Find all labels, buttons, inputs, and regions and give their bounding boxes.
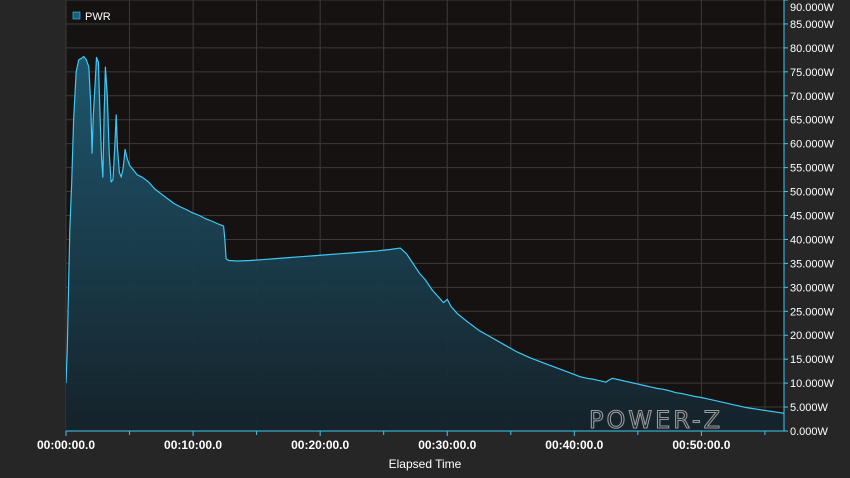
y-tick-label: 55.000W xyxy=(790,163,835,175)
x-tick-label: 00:00:00.0 xyxy=(37,438,95,452)
y-tick-label: 85.000W xyxy=(790,19,835,31)
y-tick-label: 20.000W xyxy=(790,330,835,342)
legend-swatch xyxy=(72,11,81,20)
power-z-watermark: POWER-Z xyxy=(588,405,723,434)
y-tick-label: 80.000W xyxy=(790,43,835,55)
y-tick-label: 45.000W xyxy=(790,211,835,223)
y-tick-label: 50.000W xyxy=(790,187,835,199)
y-axis-ticks: 0.000W 5.000W 10.000W 15.000W 20.000W 25.000W… xyxy=(784,0,835,438)
power-chart: 00:00:00.0 00:10:00.0 00:20:00.0 00:30:00.0… xyxy=(37,0,835,471)
y-tick-label: 60.000W xyxy=(790,139,835,151)
x-tick-label: 00:50:00.0 xyxy=(672,438,730,452)
y-tick-label: 65.000W xyxy=(790,115,835,127)
y-tick-label: 40.000W xyxy=(790,234,835,246)
x-tick-label: 00:10:00.0 xyxy=(164,438,222,452)
y-tick-label: 75.000W xyxy=(790,67,835,79)
y-tick-label: 0.000W xyxy=(790,426,829,438)
y-tick-label: 30.000W xyxy=(790,282,835,294)
legend-label: PWR xyxy=(85,11,111,23)
y-tick-label: 15.000W xyxy=(790,354,835,366)
x-tick-label: 00:40:00.0 xyxy=(545,438,603,452)
x-axis-title: Elapsed Time xyxy=(389,457,462,471)
watermark-text: POWER-Z xyxy=(589,406,723,434)
y-tick-label: 10.000W xyxy=(790,378,835,390)
y-tick-label: 25.000W xyxy=(790,306,835,318)
y-tick-label: 5.000W xyxy=(790,402,829,414)
x-tick-label: 00:30:00.0 xyxy=(418,438,476,452)
y-tick-label: 70.000W xyxy=(790,91,835,103)
y-tick-label: 90.000W xyxy=(790,2,835,14)
x-axis-ticks: 00:00:00.0 00:10:00.0 00:20:00.0 00:30:00.0… xyxy=(37,431,766,452)
x-tick-label: 00:20:00.0 xyxy=(291,438,349,452)
y-tick-label: 35.000W xyxy=(790,258,835,270)
